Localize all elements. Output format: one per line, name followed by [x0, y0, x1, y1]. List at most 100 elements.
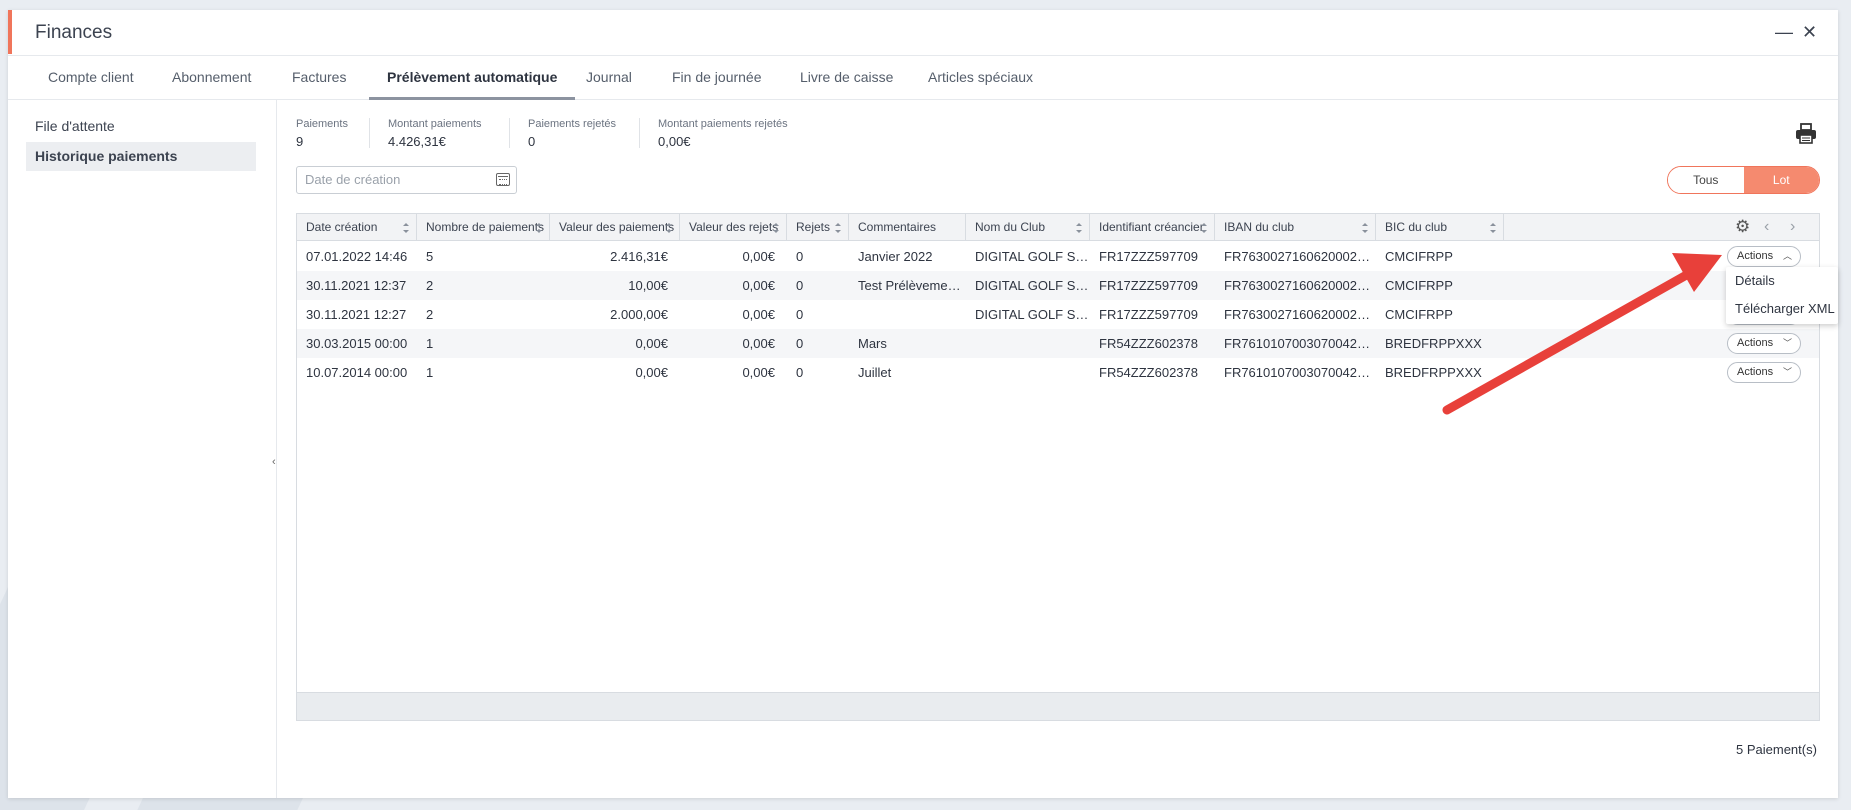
cell-valeur-paiements: 0,00€ — [635, 365, 668, 380]
cell-date-creation: 07.01.2022 14:46 — [306, 249, 408, 264]
tab-journal[interactable]: Journal — [586, 56, 632, 100]
stat-divider — [509, 118, 510, 148]
cell-nombre-paiements: 2 — [426, 307, 434, 322]
cell-commentaires — [849, 300, 966, 329]
column-header-label: Date création — [306, 220, 378, 234]
menu-item-telecharger-xml[interactable]: Télécharger XML — [1726, 295, 1838, 323]
payments-table: Date création Nombre de paiements Valeur… — [296, 213, 1820, 721]
date-creation-field[interactable] — [296, 166, 517, 194]
table-row[interactable]: 30.11.2021 12:27 2 2.000,00€ 0,00€ 0 DIGITAL … — [297, 300, 1819, 329]
column-header-nombre-paiements[interactable]: Nombre de paiements — [417, 214, 550, 241]
minimize-icon[interactable]: — — [1775, 20, 1793, 44]
column-header-label: BIC du club — [1385, 220, 1448, 234]
table-footer-bar — [297, 692, 1819, 720]
calendar-icon[interactable] — [496, 173, 510, 186]
cell-bic-du-club: CMCIFRPP — [1385, 307, 1453, 322]
cell-nombre-paiements: 1 — [426, 336, 434, 351]
tab-prelevement-automatique[interactable]: Prélèvement automatique — [369, 56, 576, 100]
sort-icon[interactable] — [1362, 223, 1368, 233]
close-icon[interactable]: ✕ — [1802, 20, 1817, 44]
cell-nombre-paiements: 2 — [426, 278, 434, 293]
actions-button[interactable]: Actions ﹀ — [1727, 333, 1801, 354]
payment-count: 5 Paiement(s) — [1736, 742, 1817, 757]
sort-icon[interactable] — [1490, 223, 1496, 233]
cell-rejets: 0 — [796, 336, 804, 351]
column-header-bic-du-club[interactable]: BIC du club — [1376, 214, 1504, 241]
chevron-up-icon: ︿ — [1782, 251, 1792, 261]
cell-date-creation: 10.07.2014 00:00 — [306, 365, 408, 380]
table-row[interactable]: 07.01.2022 14:46 5 2.416,31€ 0,00€ 0 Janvier … — [297, 242, 1819, 271]
sort-icon[interactable] — [835, 223, 841, 233]
chevron-left-icon[interactable]: ‹ — [1764, 218, 1769, 236]
cell-valeur-rejets: 0,00€ — [742, 307, 775, 322]
sidebar-item-historique-paiements[interactable]: Historique paiements — [26, 142, 256, 171]
cell-valeur-paiements: 0,00€ — [635, 336, 668, 351]
table-row[interactable]: 10.07.2014 00:00 1 0,00€ 0,00€ 0 Juillet FR54Z… — [297, 358, 1819, 387]
stat-divider — [639, 118, 640, 148]
tous-lot-toggle[interactable]: Tous Lot — [1667, 166, 1820, 194]
chevron-down-icon: ﹀ — [1782, 367, 1792, 377]
column-header-identifiant-creancier[interactable]: Identifiant créancier — [1090, 214, 1215, 241]
column-header-commentaires[interactable]: Commentaires — [849, 214, 966, 241]
cell-iban-du-club: FR7610107003070042602160000 — [1224, 365, 1376, 380]
column-header-label: Valeur des rejets — [689, 220, 779, 234]
cell-identifiant-creancier: FR17ZZZ597709 — [1099, 307, 1198, 322]
cell-commentaires: Test Prélèvement Dé — [858, 278, 966, 293]
print-icon[interactable] — [1795, 122, 1817, 144]
column-header-nom-du-club[interactable]: Nom du Club — [966, 214, 1090, 241]
tab-compte-client[interactable]: Compte client — [48, 56, 134, 100]
tab-abonnement[interactable]: Abonnement — [172, 56, 251, 100]
stat-paiements-rejetes: Paiements rejetés 0 — [528, 118, 616, 149]
cell-valeur-rejets: 0,00€ — [742, 278, 775, 293]
tab-fin-de-journee[interactable]: Fin de journée — [672, 56, 762, 100]
sort-icon[interactable] — [1201, 223, 1207, 233]
window-header: Finances — ✕ — [8, 10, 1838, 56]
chevron-right-icon[interactable]: › — [1790, 218, 1795, 236]
column-header-rejets[interactable]: Rejets — [787, 214, 849, 241]
tab-factures[interactable]: Factures — [292, 56, 346, 100]
actions-button[interactable]: Actions ﹀ — [1727, 362, 1801, 383]
column-header-iban-du-club[interactable]: IBAN du club — [1215, 214, 1376, 241]
menu-item-details[interactable]: Détails — [1726, 267, 1838, 295]
table-row[interactable]: 30.03.2015 00:00 1 0,00€ 0,00€ 0 Mars FR54ZZZ6… — [297, 329, 1819, 358]
sort-icon[interactable] — [666, 223, 672, 233]
chevron-down-icon: ﹀ — [1782, 338, 1792, 348]
sort-icon[interactable] — [403, 223, 409, 233]
cell-valeur-rejets: 0,00€ — [742, 249, 775, 264]
sort-icon[interactable] — [536, 223, 542, 233]
date-creation-input[interactable] — [305, 172, 485, 187]
stat-divider — [369, 118, 370, 148]
toggle-option-tous[interactable]: Tous — [1668, 167, 1744, 193]
cell-identifiant-creancier: FR54ZZZ602378 — [1099, 365, 1198, 380]
cell-bic-du-club: BREDFRPPXXX — [1385, 336, 1482, 351]
tab-articles-speciaux[interactable]: Articles spéciaux — [928, 56, 1033, 100]
column-header-valeur-rejets[interactable]: Valeur des rejets — [680, 214, 787, 241]
stat-label: Paiements — [296, 118, 348, 130]
cell-valeur-paiements: 2.416,31€ — [610, 249, 668, 264]
table-row[interactable]: 30.11.2021 12:37 2 10,00€ 0,00€ 0 Test Prélèv… — [297, 271, 1819, 300]
column-header-label: Valeur des paiements — [559, 220, 675, 234]
table-header: Date création Nombre de paiements Valeur… — [297, 214, 1819, 241]
tab-livre-de-caisse[interactable]: Livre de caisse — [800, 56, 893, 100]
cell-nom-du-club — [966, 358, 1090, 387]
column-header-label: IBAN du club — [1224, 220, 1295, 234]
column-header-label: Identifiant créancier — [1099, 220, 1204, 234]
stat-value: 0,00€ — [658, 134, 691, 149]
column-header-valeur-paiements[interactable]: Valeur des paiements — [550, 214, 680, 241]
actions-button-label: Actions — [1737, 366, 1774, 378]
stat-paiements: Paiements 9 — [296, 118, 348, 149]
cell-nombre-paiements: 5 — [426, 249, 434, 264]
sidebar-item-file-d-attente[interactable]: File d'attente — [26, 112, 256, 141]
sort-icon[interactable] — [773, 223, 779, 233]
column-header-date-creation[interactable]: Date création — [297, 214, 417, 241]
sidebar: File d'attente Historique paiements — [8, 100, 277, 798]
toggle-option-lot[interactable]: Lot — [1743, 167, 1819, 193]
cell-iban-du-club: FR7630027160620002006940000 — [1224, 307, 1376, 322]
cell-valeur-rejets: 0,00€ — [742, 365, 775, 380]
sort-icon[interactable] — [1076, 223, 1082, 233]
stat-montant-paiements-rejetes: Montant paiements rejetés 0,00€ — [658, 118, 788, 149]
actions-button[interactable]: Actions ︿ — [1727, 246, 1801, 267]
gear-icon[interactable]: ⚙ — [1735, 218, 1751, 235]
sidebar-collapse-icon[interactable]: ‹ — [272, 456, 276, 468]
column-header-label: Nom du Club — [975, 220, 1046, 234]
